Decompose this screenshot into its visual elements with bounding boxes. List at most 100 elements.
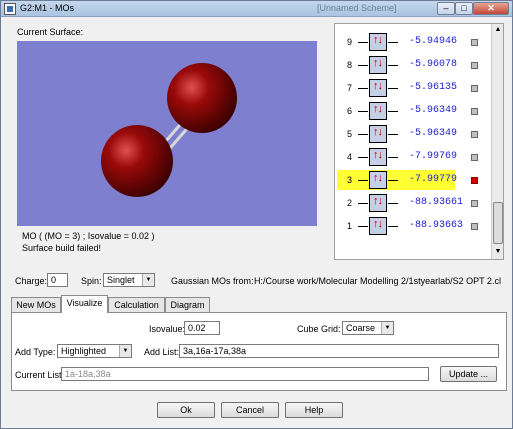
update-button[interactable]: Update ... — [440, 366, 497, 382]
level-line-right — [388, 203, 398, 204]
tab-calculation[interactable]: Calculation — [108, 297, 165, 312]
level-line-left — [358, 42, 368, 43]
close-button[interactable]: ✕ — [473, 2, 509, 15]
add-list-input[interactable]: 3a,16a-17a,38a — [179, 344, 499, 358]
level-line-left — [358, 180, 368, 181]
mo-level-number: 3 — [347, 175, 353, 185]
level-line-right — [388, 111, 398, 112]
tab-visualize[interactable]: Visualize — [61, 295, 108, 313]
electron-pair-arrows-icon: ↑↓ — [373, 195, 383, 207]
molecule-viewport[interactable] — [17, 41, 317, 226]
add-type-label: Add Type: — [15, 347, 56, 357]
chevron-down-icon[interactable]: ▼ — [119, 345, 131, 357]
level-line-left — [358, 111, 368, 112]
level-line-left — [358, 88, 368, 89]
title-bar[interactable]: G2:M1 - MOs [Unnamed Scheme] – □ ✕ — [1, 1, 512, 17]
spin-select[interactable]: Singlet ▼ — [103, 273, 155, 287]
atom-upper — [167, 63, 237, 133]
diagram-scrollbar[interactable]: ▲ ▼ — [491, 24, 503, 259]
level-line-left — [358, 203, 368, 204]
add-type-select[interactable]: Highlighted ▼ — [57, 344, 132, 358]
gaussian-source-label: Gaussian MOs from: — [171, 276, 254, 286]
level-select-square[interactable] — [471, 39, 478, 46]
isovalue-input[interactable]: 0.02 — [184, 321, 220, 335]
mo-energy-value: -5.96349 — [409, 128, 458, 139]
surface-status-text: Surface build failed! — [22, 243, 102, 253]
mo-level-number: 1 — [347, 221, 353, 231]
level-line-left — [358, 157, 368, 158]
charge-input[interactable]: 0 — [47, 273, 68, 287]
tab-new-mos[interactable]: New MOs — [11, 297, 61, 312]
level-line-right — [388, 88, 398, 89]
level-line-right — [388, 226, 398, 227]
mo-level-row[interactable]: 4 ↑↓ -7.99769 — [335, 147, 493, 167]
cube-grid-label: Cube Grid: — [297, 324, 341, 334]
spin-label: Spin: — [81, 276, 102, 286]
level-select-square[interactable] — [471, 85, 478, 92]
ok-button[interactable]: Ok — [157, 402, 215, 418]
mo-energy-value: -88.93663 — [409, 220, 464, 231]
mo-level-number: 9 — [347, 37, 353, 47]
scroll-thumb[interactable] — [493, 202, 503, 244]
current-surface-label: Current Surface: — [17, 27, 84, 37]
charge-label: Charge: — [15, 276, 48, 286]
level-select-square[interactable] — [471, 62, 478, 69]
mo-energy-value: -5.96349 — [409, 105, 458, 116]
cube-grid-select[interactable]: Coarse ▼ — [342, 321, 394, 335]
electron-pair-arrows-icon: ↑↓ — [373, 80, 383, 92]
mo-level-row[interactable]: 8 ↑↓ -5.96078 — [335, 55, 493, 75]
scroll-up-arrow-icon[interactable]: ▲ — [492, 24, 504, 36]
window-title: G2:M1 - MOs — [20, 3, 75, 13]
isovalue-label: Isovalue: — [149, 324, 186, 334]
mo-energy-value: -5.96135 — [409, 82, 458, 93]
current-list-input[interactable]: 1a-18a,38a — [61, 367, 429, 381]
gaussian-source-path: H:/Course work/Molecular Modelling 2/1st… — [254, 276, 501, 286]
minimize-button[interactable]: – — [437, 2, 455, 15]
level-line-right — [388, 42, 398, 43]
electron-pair-arrows-icon: ↑↓ — [373, 57, 383, 69]
mo-level-row[interactable]: 9 ↑↓ -5.94946 — [335, 32, 493, 52]
mo-energy-value: -5.94946 — [409, 36, 458, 47]
electron-pair-arrows-icon: ↑↓ — [373, 218, 383, 230]
mo-level-number: 5 — [347, 129, 353, 139]
level-select-square[interactable] — [471, 223, 478, 230]
level-line-left — [358, 65, 368, 66]
cube-grid-value: Coarse — [346, 323, 376, 333]
app-icon — [4, 3, 16, 15]
mo-level-row[interactable]: 7 ↑↓ -5.96135 — [335, 78, 493, 98]
mo-level-row[interactable]: 2 ↑↓ -88.93661 — [335, 193, 493, 213]
level-line-left — [358, 226, 368, 227]
level-line-right — [388, 134, 398, 135]
level-select-square[interactable] — [471, 200, 478, 207]
background-window-title: [Unnamed Scheme] — [317, 3, 397, 13]
scroll-down-arrow-icon[interactable]: ▼ — [492, 246, 504, 258]
electron-pair-arrows-icon: ↑↓ — [373, 34, 383, 46]
mo-level-number: 7 — [347, 83, 353, 93]
mo-energy-value: -7.99769 — [409, 151, 458, 162]
level-select-square[interactable] — [471, 131, 478, 138]
maximize-button[interactable]: □ — [455, 2, 473, 15]
level-select-square[interactable] — [471, 154, 478, 161]
mo-diagram-panel[interactable]: 9 ↑↓ -5.94946 8 ↑↓ -5.96078 7 ↑↓ -5.96135 6 ↑↓ -5.9… — [334, 23, 504, 260]
mo-level-row[interactable]: 3 ↑↓ -7.99779 — [335, 170, 493, 190]
atom-lower — [101, 125, 173, 197]
help-button[interactable]: Help — [285, 402, 343, 418]
mo-level-row[interactable]: 6 ↑↓ -5.96349 — [335, 101, 493, 121]
level-select-square[interactable] — [471, 108, 478, 115]
cancel-button[interactable]: Cancel — [221, 402, 279, 418]
mo-energy-value: -5.96078 — [409, 59, 458, 70]
electron-pair-arrows-icon: ↑↓ — [373, 149, 383, 161]
tab-diagram[interactable]: Diagram — [165, 297, 210, 312]
mo-level-number: 6 — [347, 106, 353, 116]
level-line-right — [388, 180, 398, 181]
mo-level-number: 2 — [347, 198, 353, 208]
current-list-label: Current List: — [15, 370, 65, 380]
level-select-square[interactable] — [471, 177, 478, 184]
mo-level-number: 8 — [347, 60, 353, 70]
mo-level-row[interactable]: 5 ↑↓ -5.96349 — [335, 124, 493, 144]
chevron-down-icon[interactable]: ▼ — [142, 274, 154, 286]
mo-level-row[interactable]: 1 ↑↓ -88.93663 — [335, 216, 493, 236]
add-type-value: Highlighted — [61, 346, 107, 356]
molecule-render — [101, 63, 237, 197]
chevron-down-icon[interactable]: ▼ — [381, 322, 393, 334]
